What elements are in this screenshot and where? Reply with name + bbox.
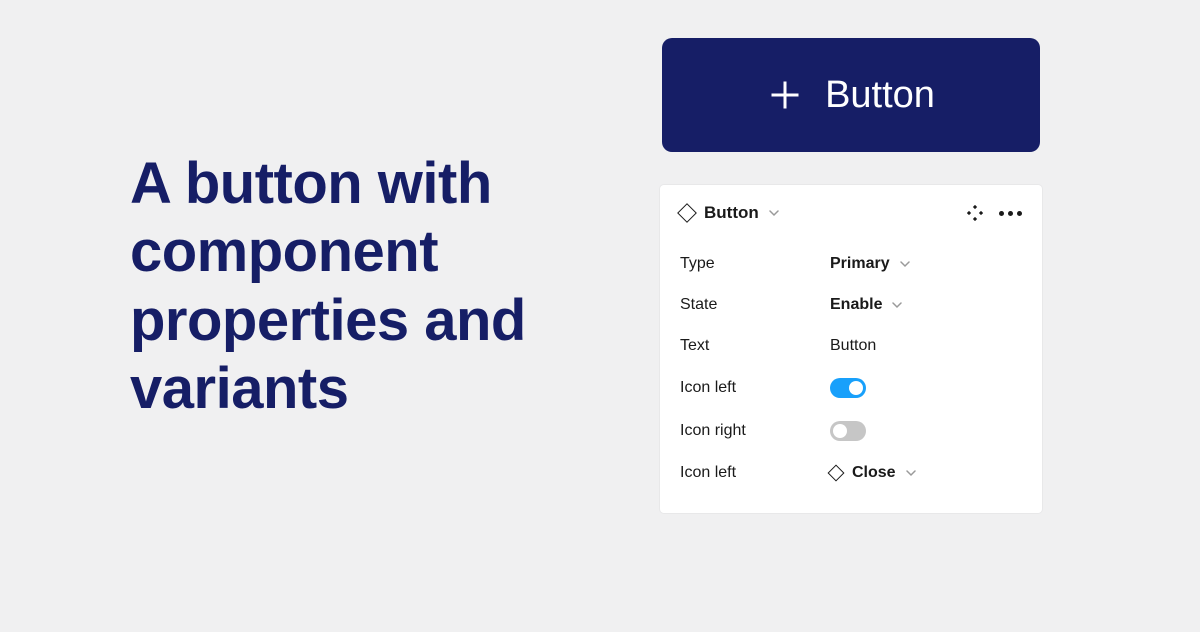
toggle-icon-left[interactable] <box>830 378 866 398</box>
property-row-type: Type Primary <box>680 243 1022 284</box>
property-value-dropdown[interactable]: Primary <box>830 255 910 273</box>
chevron-down-icon <box>892 300 902 310</box>
property-label: State <box>680 296 830 314</box>
chevron-down-icon <box>906 468 916 478</box>
property-row-icon-right: Icon right <box>680 409 1022 452</box>
property-row-text: Text Button <box>680 325 1022 366</box>
property-value-text[interactable]: Button <box>830 337 876 355</box>
swap-instance-icon[interactable] <box>967 205 983 221</box>
property-label: Icon right <box>680 422 830 440</box>
panel-title: Button <box>704 203 759 223</box>
property-row-icon-left: Icon left <box>680 366 1022 409</box>
plus-icon <box>767 77 803 113</box>
toggle-icon-right[interactable] <box>830 421 866 441</box>
component-diamond-icon <box>677 203 697 223</box>
toggle-off-icon <box>830 421 866 441</box>
property-row-icon-left-swap: Icon left Close <box>680 452 1022 493</box>
instance-swap-dropdown[interactable]: Close <box>830 464 916 482</box>
property-label: Text <box>680 337 830 355</box>
preview-button[interactable]: Button <box>662 38 1040 152</box>
property-label: Type <box>680 255 830 273</box>
property-value-dropdown[interactable]: Enable <box>830 296 902 314</box>
component-name-dropdown[interactable]: Button <box>680 203 779 223</box>
property-row-state: State Enable <box>680 284 1022 325</box>
chevron-down-icon <box>769 208 779 218</box>
headline-text: A button with component properties and v… <box>130 150 610 424</box>
component-diamond-icon <box>828 465 845 482</box>
panel-header: Button <box>680 203 1022 223</box>
property-label: Icon left <box>680 464 830 482</box>
chevron-down-icon <box>900 259 910 269</box>
more-options-button[interactable] <box>999 211 1022 216</box>
preview-button-label: Button <box>825 74 935 117</box>
properties-panel: Button Type Primary State Enable <box>660 185 1042 513</box>
toggle-on-icon <box>830 378 866 398</box>
property-label: Icon left <box>680 379 830 397</box>
